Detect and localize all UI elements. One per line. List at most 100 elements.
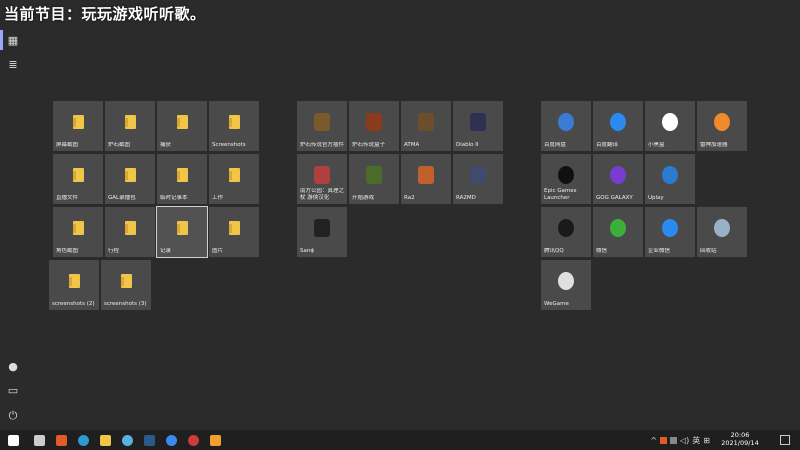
folder-tile[interactable]: 炉石截图: [105, 101, 155, 151]
app-tile[interactable]: 百度网盘: [541, 101, 591, 151]
baidu-translate-icon: [610, 113, 626, 131]
folder-tile[interactable]: 行程: [105, 207, 155, 257]
game-tile[interactable]: 南方公园：真理之杖 游侠汉化: [297, 154, 347, 204]
folder-tile[interactable]: 临时记事本: [157, 154, 207, 204]
folder-tile[interactable]: 记录: [156, 206, 208, 258]
folder-tile[interactable]: 角色截图: [53, 207, 103, 257]
app-tile[interactable]: 企业微信: [645, 207, 695, 257]
folder-tile[interactable]: 工作: [209, 154, 259, 204]
power-icon: ⏻: [8, 409, 18, 422]
ra2-icon: [418, 166, 434, 184]
folder-tile[interactable]: 图片: [209, 207, 259, 257]
folder-tile[interactable]: screenshots (2): [49, 260, 99, 310]
hs-plugin-icon: [314, 113, 330, 131]
ra2md-icon: [470, 166, 486, 184]
folder-tile[interactable]: Screenshots: [209, 101, 259, 151]
game-tile[interactable]: 炉石传说官方插件: [297, 101, 347, 151]
taskbar-clock[interactable]: 20:06 2021/09/14: [716, 431, 764, 447]
tile-label: Epic Games Launcher: [544, 188, 577, 201]
folder-tile[interactable]: screenshots (3): [101, 260, 151, 310]
task-view-icon[interactable]: [28, 430, 50, 450]
start-game-icon: [366, 166, 382, 184]
folder-icon: [124, 115, 136, 129]
tile-label: GOG GALAXY: [596, 195, 633, 201]
app-tile[interactable]: Uplay: [645, 154, 695, 204]
pictures-icon: ▭: [7, 383, 19, 397]
taskbar-app-blue-icon[interactable]: [160, 430, 182, 450]
qq-icon: [558, 219, 574, 237]
app-tile[interactable]: Epic Games Launcher: [541, 154, 591, 204]
app-tile[interactable]: WeGame: [541, 260, 591, 310]
file-explorer-icon[interactable]: [94, 430, 116, 450]
pinned-tiles-button[interactable]: ▦: [0, 28, 26, 52]
folder-tile[interactable]: 屏幕截图: [53, 101, 103, 151]
app-tile[interactable]: 小黑盒: [645, 101, 695, 151]
pictures-button[interactable]: ▭: [0, 378, 26, 402]
taskbar-app-clock-icon[interactable]: [116, 430, 138, 450]
folder-icon: [72, 168, 84, 182]
start-left-rail: ▦ ≣ ● ▭ ⏻: [0, 28, 26, 430]
notification-icon[interactable]: [780, 435, 790, 445]
edge-icon[interactable]: [72, 430, 94, 450]
game-tile[interactable]: Sanɸ: [297, 207, 347, 257]
power-button[interactable]: ⏻: [0, 404, 26, 428]
folder-tile[interactable]: GAL录播包: [105, 154, 155, 204]
volume-icon[interactable]: ◁): [680, 436, 689, 445]
tray-grid-icon[interactable]: ⊞: [703, 436, 710, 445]
tile-label: 炉石传说官方插件: [300, 142, 345, 148]
folder-icon: [228, 115, 240, 129]
folder-icon: [124, 168, 136, 182]
app-tile[interactable]: 腾讯QQ: [541, 207, 591, 257]
tray-app-icon-2[interactable]: [670, 436, 678, 444]
wechat-icon: [610, 219, 626, 237]
tile-label: 小黑盒: [648, 142, 665, 148]
taskbar-app-yellow-icon[interactable]: [204, 430, 226, 450]
all-apps-button[interactable]: ≣: [0, 52, 26, 76]
taskbar-app-orange-icon[interactable]: [50, 430, 72, 450]
folder-icon: [72, 221, 84, 235]
tile-label: 企业微信: [648, 248, 671, 254]
ime-indicator[interactable]: 英: [692, 435, 700, 446]
start-icon[interactable]: [2, 430, 24, 450]
user-account-button[interactable]: ●: [0, 354, 26, 378]
folder-icon: [176, 115, 188, 129]
tray-chevron-icon[interactable]: ^: [650, 436, 657, 445]
tile-label: screenshots (3): [104, 301, 147, 307]
folder-tile[interactable]: 直播文件: [53, 154, 103, 204]
folder-icon: [176, 221, 188, 235]
app-tile[interactable]: 微信: [593, 207, 643, 257]
taskbar: ^ ◁) 英 ⊞ 20:06 2021/09/14: [0, 430, 800, 450]
all-apps-list-icon: ≣: [8, 57, 18, 71]
tile-label: Sanɸ: [300, 248, 314, 254]
tile-label: 角色截图: [56, 248, 79, 254]
tray-app-icon[interactable]: [660, 436, 668, 444]
tile-label: ATMA: [404, 142, 420, 148]
game-tile[interactable]: RA2MD: [453, 154, 503, 204]
tile-label: 腾讯QQ: [544, 248, 564, 254]
tile-label: 回收站: [700, 248, 717, 254]
pinned-tiles-icon: ▦: [7, 33, 19, 47]
folder-icon: [72, 115, 84, 129]
atma-icon: [418, 113, 434, 131]
steam-icon[interactable]: [138, 430, 160, 450]
tile-label: 记录: [160, 248, 172, 254]
app-tile[interactable]: GOG GALAXY: [593, 154, 643, 204]
app-tile[interactable]: 雷神加速器: [697, 101, 747, 151]
app-tile[interactable]: 百度翻译: [593, 101, 643, 151]
tile-label: Screenshots: [212, 142, 246, 148]
tile-label: 捕获: [160, 142, 172, 148]
tile-label: 行程: [108, 248, 120, 254]
app-tile[interactable]: 回收站: [697, 207, 747, 257]
game-tile[interactable]: ATMA: [401, 101, 451, 151]
tile-label: Diablo II: [456, 142, 479, 148]
game-tile[interactable]: 开始游戏: [349, 154, 399, 204]
game-tile[interactable]: Diablo II: [453, 101, 503, 151]
tile-label: RA2MD: [456, 195, 476, 201]
game-tile[interactable]: Ra2: [401, 154, 451, 204]
folder-icon: [68, 274, 80, 288]
tile-label: WeGame: [544, 301, 569, 307]
tile-label: Ra2: [404, 195, 415, 201]
game-tile[interactable]: 炉石传说盒子: [349, 101, 399, 151]
folder-tile[interactable]: 捕获: [157, 101, 207, 151]
netease-music-icon[interactable]: [182, 430, 204, 450]
